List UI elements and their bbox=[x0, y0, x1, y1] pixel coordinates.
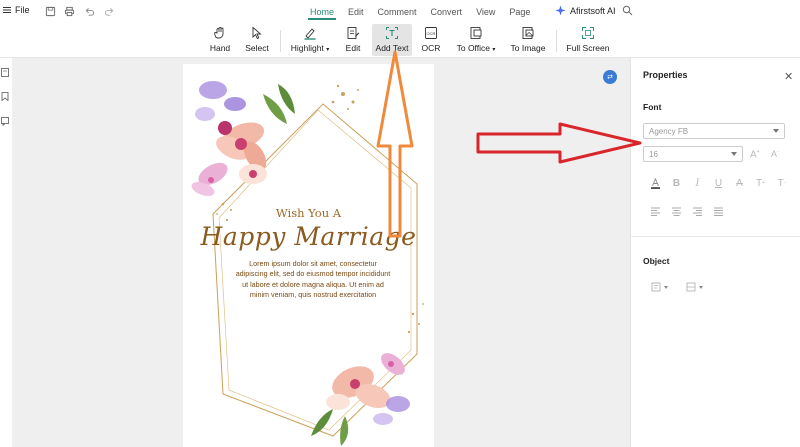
subscript-icon[interactable]: T- bbox=[771, 176, 792, 190]
increase-font-icon[interactable]: A+ bbox=[750, 149, 760, 160]
card-headline[interactable]: Happy Marriage bbox=[183, 222, 434, 251]
undo-icon[interactable] bbox=[83, 5, 95, 17]
menu-bar: File Home Edit Comment Convert View Page… bbox=[0, 0, 800, 24]
select-tool-button[interactable]: Select bbox=[244, 24, 270, 56]
svg-text:OCR: OCR bbox=[427, 31, 436, 36]
card-body-line: adipiscing elit, sed do eiusmod tempor i… bbox=[235, 269, 391, 279]
translate-icon[interactable]: ⇄ bbox=[603, 70, 617, 84]
align-left-icon[interactable] bbox=[645, 204, 666, 218]
document-page[interactable]: Wish You A Happy Marriage Lorem ipsum do… bbox=[183, 64, 434, 447]
panel-divider bbox=[631, 236, 800, 237]
tab-convert[interactable]: Convert bbox=[424, 0, 470, 24]
align-right-icon[interactable] bbox=[687, 204, 708, 218]
object-arrange-dropdown[interactable] bbox=[686, 282, 703, 292]
text-style-row: B I U A T + T- bbox=[645, 176, 792, 190]
arrange-object-icon bbox=[686, 282, 696, 292]
highlighter-icon bbox=[304, 28, 316, 40]
add-text-tool-button[interactable]: Add Text bbox=[372, 24, 412, 56]
chevron-down-icon bbox=[699, 285, 703, 289]
cursor-icon bbox=[252, 26, 262, 40]
hand-tool-label: Hand bbox=[209, 43, 231, 53]
thumbnail-icon[interactable] bbox=[1, 68, 9, 77]
card-body-text[interactable]: Lorem ipsum dolor sit amet, consectetur … bbox=[228, 259, 398, 300]
sparkle-icon bbox=[555, 5, 566, 16]
ocr-tool-label: OCR bbox=[421, 43, 441, 53]
print-icon[interactable] bbox=[63, 5, 75, 17]
full-screen-label: Full Screen bbox=[566, 43, 610, 53]
card-body-line: ut labore et dolore magna aliqua. Ut eni… bbox=[242, 279, 384, 289]
highlight-tool-button[interactable]: Highlight ▾ bbox=[288, 24, 332, 56]
bookmark-icon[interactable] bbox=[1, 92, 9, 101]
card-body-line: minim veniam, quis nostrud exercitation bbox=[249, 289, 377, 299]
search-icon[interactable] bbox=[622, 5, 633, 16]
add-text-icon bbox=[386, 27, 398, 39]
file-menu-label: File bbox=[15, 5, 30, 15]
ocr-tool-button[interactable]: OCR OCR bbox=[420, 24, 442, 56]
chevron-down-icon bbox=[664, 285, 668, 289]
full-screen-button[interactable]: Full Screen bbox=[566, 24, 610, 56]
full-screen-icon bbox=[582, 27, 594, 39]
alignment-row bbox=[645, 204, 729, 218]
align-center-icon[interactable] bbox=[666, 204, 687, 218]
close-icon[interactable]: ✕ bbox=[784, 70, 793, 83]
tab-view[interactable]: View bbox=[469, 0, 502, 24]
panel-title: Properties bbox=[643, 70, 688, 80]
hand-icon bbox=[214, 27, 224, 39]
image-icon bbox=[522, 27, 534, 39]
edit-tool-button[interactable]: Edit bbox=[342, 24, 364, 56]
edit-tool-label: Edit bbox=[345, 43, 361, 53]
chevron-down-icon bbox=[773, 129, 779, 133]
hand-tool-button[interactable]: Hand bbox=[208, 24, 232, 56]
strikethrough-icon[interactable]: A bbox=[729, 176, 750, 190]
select-tool-label: Select bbox=[245, 43, 269, 53]
card-greeting-line[interactable]: Wish You A bbox=[183, 206, 434, 220]
left-sidebar bbox=[0, 58, 12, 447]
object-align-dropdown[interactable] bbox=[651, 282, 668, 292]
superscript-icon[interactable]: T + bbox=[750, 176, 771, 190]
align-object-icon bbox=[651, 282, 661, 292]
file-menu-button[interactable]: File bbox=[2, 5, 30, 15]
to-image-tool-label: To Image bbox=[510, 43, 546, 53]
card-body-line: Lorem ipsum dolor sit amet, consectetur bbox=[249, 259, 377, 268]
align-justify-icon[interactable] bbox=[708, 204, 729, 218]
edit-document-icon bbox=[347, 27, 360, 39]
font-section-title: Font bbox=[643, 102, 662, 112]
tab-home[interactable]: Home bbox=[303, 0, 341, 24]
underline-icon[interactable]: U bbox=[708, 176, 729, 190]
office-document-icon bbox=[470, 27, 482, 39]
font-family-value: Agency FB bbox=[649, 126, 689, 136]
tab-page[interactable]: Page bbox=[502, 0, 537, 24]
to-office-tool-label: To Office ▾ bbox=[456, 43, 496, 53]
to-office-tool-button[interactable]: To Office ▾ bbox=[454, 24, 498, 56]
font-size-value: 16 bbox=[649, 149, 658, 159]
main-tabs: Home Edit Comment Convert View Page bbox=[303, 0, 537, 24]
chevron-down-icon bbox=[731, 152, 737, 156]
font-color-icon[interactable] bbox=[645, 176, 666, 190]
floral-frame-artwork bbox=[191, 81, 424, 446]
italic-icon[interactable]: I bbox=[687, 176, 708, 190]
comment-icon[interactable] bbox=[1, 117, 9, 126]
redo-icon[interactable] bbox=[103, 5, 115, 17]
ribbon-divider bbox=[556, 30, 557, 52]
ocr-icon: OCR bbox=[425, 27, 437, 39]
properties-panel: Properties ✕ Font Agency FB 16 A+ A- B I… bbox=[630, 58, 800, 447]
highlight-tool-label: Highlight ▾ bbox=[290, 43, 330, 53]
ai-assistant-button[interactable]: Afirstsoft AI bbox=[555, 5, 616, 16]
ai-assistant-label: Afirstsoft AI bbox=[570, 5, 616, 16]
bold-icon[interactable]: B bbox=[666, 176, 687, 190]
hamburger-icon bbox=[3, 7, 11, 13]
toolbar-ribbon: Hand Select Highlight ▾ Edit Add Text OC… bbox=[0, 24, 800, 58]
save-icon[interactable] bbox=[44, 5, 56, 17]
document-canvas: Wish You A Happy Marriage Lorem ipsum do… bbox=[12, 58, 630, 447]
font-family-select[interactable]: Agency FB bbox=[643, 123, 785, 139]
ribbon-divider bbox=[280, 30, 281, 52]
tab-edit[interactable]: Edit bbox=[341, 0, 371, 24]
to-image-tool-button[interactable]: To Image bbox=[509, 24, 547, 56]
font-size-select[interactable]: 16 bbox=[643, 146, 743, 162]
add-text-tool-label: Add Text bbox=[375, 43, 409, 53]
object-section-title: Object bbox=[643, 256, 670, 266]
tab-comment[interactable]: Comment bbox=[371, 0, 424, 24]
decrease-font-icon[interactable]: A- bbox=[771, 149, 779, 159]
